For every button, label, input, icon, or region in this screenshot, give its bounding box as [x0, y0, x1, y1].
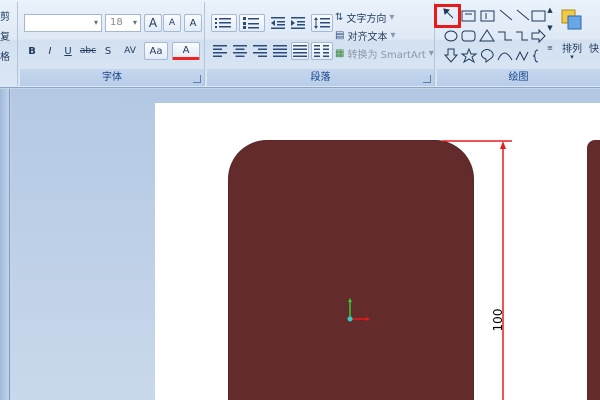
gallery-scroll-down-icon[interactable]: ▼	[545, 24, 555, 40]
quick-styles-button[interactable]: 快	[589, 40, 600, 55]
format-painter-button[interactable]: 格	[0, 48, 10, 63]
align-center-icon	[233, 45, 247, 57]
chevron-down-icon: ▾	[428, 48, 434, 59]
chevron-down-icon: ▾	[132, 18, 137, 27]
smartart-icon: ▦	[335, 48, 345, 59]
rounded-rectangle-shape-icon[interactable]	[461, 30, 476, 42]
font-dialog-launcher-icon[interactable]	[193, 75, 201, 83]
numbering-icon	[243, 17, 259, 29]
chevron-down-icon: ▾	[93, 18, 98, 27]
chevron-down-icon: ▾	[570, 53, 574, 61]
elbow-connector-shape-icon[interactable]	[498, 31, 512, 41]
gallery-more-icon[interactable]: ≡	[545, 44, 555, 60]
font-group: ▾ 18 ▾ A A A B I U abc S AV Aa A 字体	[20, 2, 205, 86]
align-right-icon	[253, 45, 267, 57]
bold-button[interactable]: B	[24, 42, 40, 60]
freeform-shape-icon[interactable]	[515, 50, 529, 62]
paragraph-group-label: 段落	[207, 69, 434, 86]
numbering-button[interactable]	[239, 14, 265, 32]
arrange-button[interactable]: 排列 ▾	[557, 6, 587, 66]
columns-icon	[314, 45, 329, 57]
decrease-indent-button[interactable]	[269, 14, 287, 32]
brace-shape-icon[interactable]	[532, 49, 539, 63]
font-name-combo[interactable]: ▾	[24, 14, 102, 32]
curve-shape-icon[interactable]	[497, 52, 513, 61]
paragraph-group: ⇅ 文字方向 ▾ ▤ 对齐文本 ▾ ▦ 转换为 SmartArt ▾ 段落	[207, 2, 435, 86]
chevron-down-icon: ▾	[390, 30, 396, 41]
callout-shape-icon[interactable]	[481, 49, 494, 63]
slides-pane[interactable]	[0, 89, 10, 400]
clipboard-group: 剪 复 格	[0, 2, 18, 86]
decrease-indent-icon	[271, 17, 285, 29]
dimension-line	[442, 140, 512, 400]
character-spacing-button[interactable]: AV	[118, 42, 142, 60]
arrange-icon	[561, 9, 582, 30]
increase-indent-button[interactable]	[289, 14, 307, 32]
arrow-line-shape-icon[interactable]	[516, 9, 530, 21]
gallery-scroll-up-icon[interactable]: ▲	[545, 6, 555, 22]
ribbon: 剪 复 格 ▾ 18 ▾ A A A B I U abc S AV Aa A 字体	[0, 0, 600, 88]
increase-indent-icon	[291, 17, 305, 29]
axis-indicator-icon	[347, 298, 370, 322]
down-arrow-shape-icon[interactable]	[443, 48, 459, 63]
grow-font-button[interactable]: A	[144, 14, 162, 32]
drawing-group: ▲ ▼ ≡ 排列 ▾ 快 绘图	[437, 2, 600, 86]
drawing-group-label: 绘图	[437, 69, 600, 86]
font-color-button[interactable]: A	[172, 42, 200, 60]
align-left-icon	[213, 45, 227, 57]
justify-icon	[273, 45, 287, 57]
line-spacing-icon	[314, 17, 330, 29]
right-arrow-shape-icon[interactable]	[531, 28, 546, 44]
justify-button[interactable]	[271, 42, 289, 60]
distributed-button[interactable]	[291, 42, 309, 60]
change-case-button[interactable]: Aa	[144, 42, 168, 60]
font-size-combo[interactable]: 18 ▾	[105, 14, 141, 32]
columns-button[interactable]	[311, 42, 333, 60]
rectangle-shape-icon[interactable]	[531, 10, 546, 22]
dimension-label: 100	[491, 308, 505, 332]
align-text-button[interactable]: ▤ 对齐文本 ▾	[335, 28, 395, 43]
text-direction-icon: ⇅	[335, 12, 344, 23]
shrink-font-button[interactable]: A	[163, 14, 181, 32]
align-center-button[interactable]	[231, 42, 249, 60]
bullets-icon	[215, 18, 231, 28]
underline-button[interactable]: U	[60, 42, 76, 60]
cut-button[interactable]: 剪	[0, 8, 10, 23]
text-box-shape-icon[interactable]	[461, 10, 476, 22]
bullets-button[interactable]	[211, 14, 237, 32]
distributed-icon	[293, 45, 307, 57]
font-group-label: 字体	[20, 69, 204, 86]
text-direction-button[interactable]: ⇅ 文字方向 ▾	[335, 10, 394, 25]
star-shape-icon[interactable]	[460, 47, 478, 64]
paragraph-dialog-launcher-icon[interactable]	[423, 75, 431, 83]
line-spacing-button[interactable]	[311, 14, 333, 32]
align-left-button[interactable]	[211, 42, 229, 60]
italic-button[interactable]: I	[42, 42, 58, 60]
vertical-text-box-shape-icon[interactable]	[480, 10, 495, 22]
convert-smartart-button[interactable]: ▦ 转换为 SmartArt ▾	[335, 46, 434, 61]
line-shape-icon[interactable]	[499, 9, 513, 21]
shadow-button[interactable]: S	[100, 42, 116, 60]
highlight-box	[434, 4, 461, 28]
align-right-button[interactable]	[251, 42, 269, 60]
elbow-arrow-connector-shape-icon[interactable]	[516, 31, 528, 41]
copy-button[interactable]: 复	[0, 28, 10, 43]
partial-shape-right[interactable]	[587, 140, 600, 400]
align-text-icon: ▤	[335, 30, 345, 41]
clear-formatting-button[interactable]: A	[184, 14, 202, 32]
triangle-shape-icon[interactable]	[479, 29, 495, 42]
strikethrough-button[interactable]: abc	[78, 42, 98, 60]
chevron-down-icon: ▾	[389, 12, 395, 23]
oval-shape-icon[interactable]	[444, 30, 458, 42]
